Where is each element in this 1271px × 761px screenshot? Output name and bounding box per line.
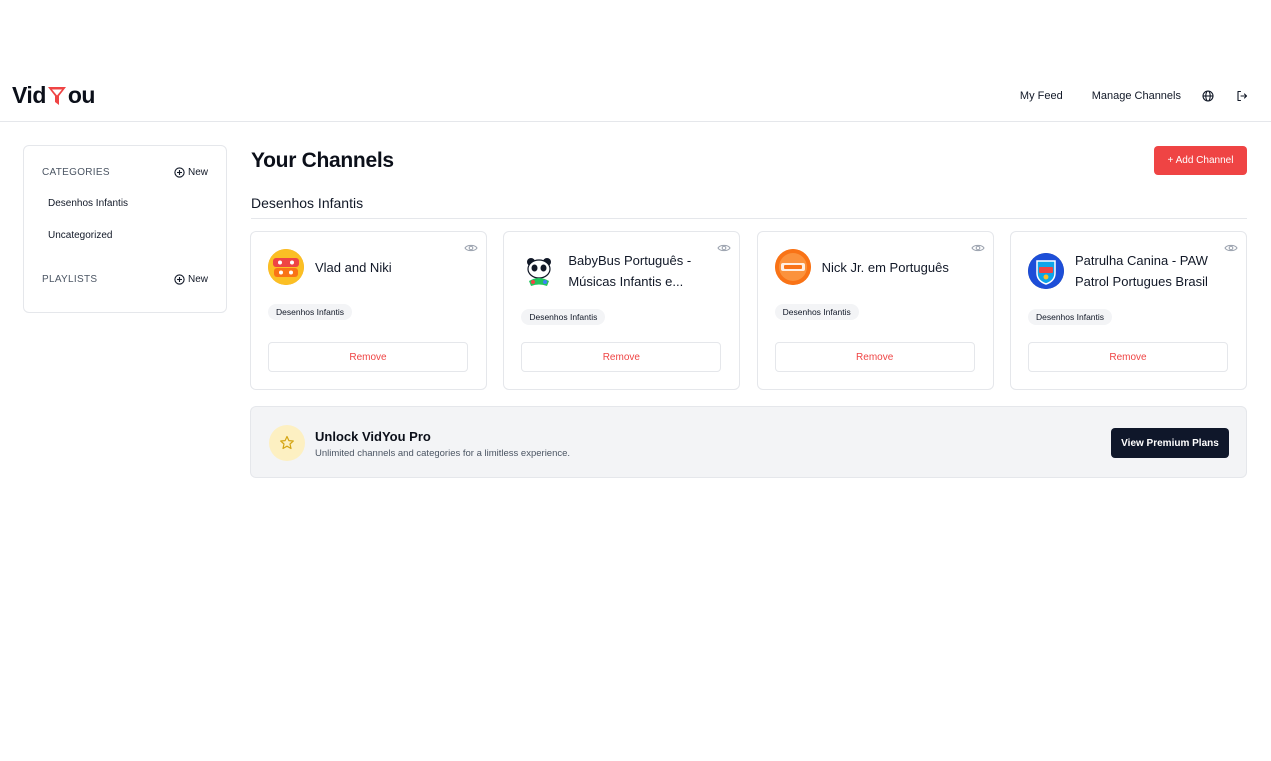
channel-grid: Vlad and Niki Desenhos Infantis Remove B… bbox=[250, 231, 1247, 390]
channel-name[interactable]: Patrulha Canina - PAW Patrol Portugues B… bbox=[1075, 250, 1225, 292]
sidebar-item-uncategorized[interactable]: Uncategorized bbox=[42, 230, 208, 241]
promo-title: Unlock VidYou Pro bbox=[315, 429, 431, 444]
pro-upsell-banner: Unlock VidYou Pro Unlimited channels and… bbox=[250, 406, 1247, 478]
category-heading: Desenhos Infantis bbox=[251, 195, 364, 211]
logout-icon[interactable] bbox=[1235, 89, 1249, 103]
category-tag: Desenhos Infantis bbox=[1027, 309, 1113, 325]
top-header: Vid ou My Feed Manage Channels bbox=[0, 70, 1271, 122]
nav-manage-channels[interactable]: Manage Channels bbox=[1092, 90, 1181, 102]
category-divider bbox=[251, 218, 1247, 219]
logo-text-right: ou bbox=[67, 82, 96, 108]
logo-text-left: Vid bbox=[12, 82, 46, 108]
header-nav: My Feed Manage Channels bbox=[991, 89, 1249, 103]
remove-channel-button[interactable]: Remove bbox=[268, 342, 468, 372]
channel-card: Nick Jr. em Português Desenhos Infantis … bbox=[756, 231, 994, 390]
category-tag: Desenhos Infantis bbox=[774, 304, 859, 320]
channel-avatar bbox=[268, 249, 304, 285]
nav-my-feed[interactable]: My Feed bbox=[1020, 90, 1063, 102]
add-channel-button[interactable]: + Add Channel bbox=[1154, 146, 1247, 175]
new-category-label: New bbox=[187, 166, 208, 178]
sidebar-item-desenhos-infantis[interactable]: Desenhos Infantis bbox=[42, 198, 208, 209]
channel-avatar bbox=[774, 249, 811, 285]
playlists-header: PLAYLISTS New bbox=[42, 272, 208, 286]
eye-icon[interactable] bbox=[717, 240, 731, 252]
playlists-title: PLAYLISTS bbox=[42, 273, 98, 285]
plus-circle-icon bbox=[174, 273, 185, 285]
channel-card: Patrulha Canina - PAW Patrol Portugues B… bbox=[1009, 231, 1247, 390]
eye-icon[interactable] bbox=[971, 240, 985, 252]
vidyou-logo[interactable]: Vid ou bbox=[12, 82, 95, 109]
new-playlist-label: New bbox=[187, 273, 208, 285]
eye-icon[interactable] bbox=[1224, 240, 1238, 252]
remove-channel-button[interactable]: Remove bbox=[521, 342, 722, 372]
funnel-icon bbox=[47, 85, 67, 107]
categories-title: CATEGORIES bbox=[42, 166, 110, 178]
remove-channel-button[interactable]: Remove bbox=[1027, 342, 1228, 372]
promo-subtitle: Unlimited channels and categories for a … bbox=[315, 448, 571, 459]
eye-icon[interactable] bbox=[464, 240, 478, 252]
channel-avatar bbox=[1027, 253, 1064, 289]
remove-channel-button[interactable]: Remove bbox=[774, 342, 975, 372]
categories-header: CATEGORIES New bbox=[42, 165, 208, 179]
plus-circle-icon bbox=[174, 166, 185, 178]
new-playlist-button[interactable]: New bbox=[174, 274, 208, 285]
star-icon bbox=[269, 425, 305, 461]
channel-name[interactable]: Nick Jr. em Português bbox=[822, 257, 972, 278]
channel-avatar bbox=[521, 253, 558, 289]
new-category-button[interactable]: New bbox=[174, 167, 208, 178]
channel-name[interactable]: Vlad and Niki bbox=[315, 257, 465, 278]
category-tag: Desenhos Infantis bbox=[521, 309, 606, 325]
view-premium-plans-button[interactable]: View Premium Plans bbox=[1111, 428, 1229, 458]
channel-card: BabyBus Português - Músicas Infantis e..… bbox=[503, 231, 741, 390]
channel-card: Vlad and Niki Desenhos Infantis Remove bbox=[250, 231, 487, 390]
channel-name[interactable]: BabyBus Português - Músicas Infantis e..… bbox=[568, 250, 718, 292]
page-title: Your Channels bbox=[251, 149, 394, 172]
category-tag: Desenhos Infantis bbox=[268, 304, 353, 320]
sidebar: CATEGORIES New Desenhos Infantis Uncateg… bbox=[23, 145, 227, 313]
globe-icon[interactable] bbox=[1201, 89, 1215, 103]
